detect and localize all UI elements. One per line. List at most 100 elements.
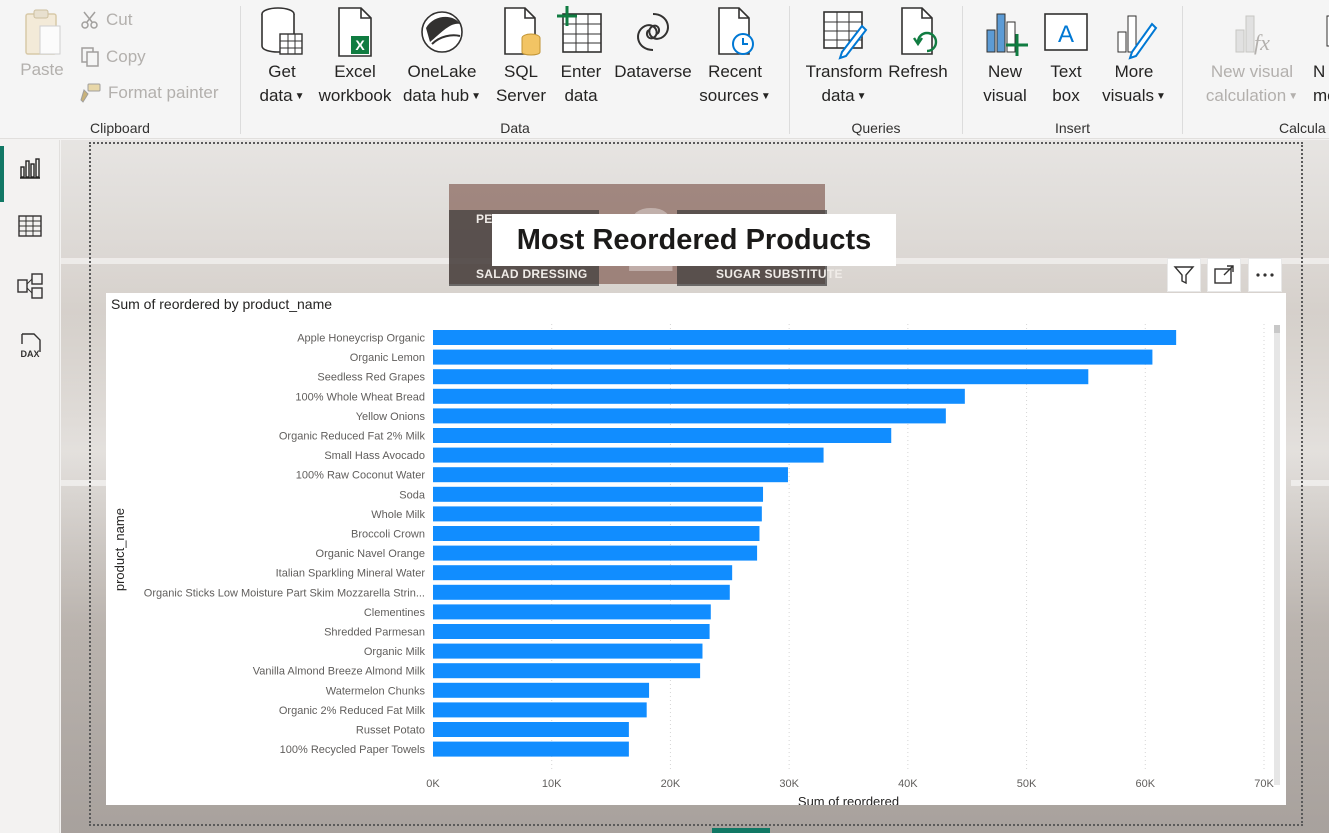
- model-view-button[interactable]: [0, 258, 60, 314]
- x-tick-label: 70K: [1254, 778, 1274, 790]
- report-view-icon: [20, 158, 40, 179]
- category-label: Shredded Parmesan: [324, 627, 425, 639]
- category-label: Italian Sparkling Mineral Water: [276, 568, 426, 580]
- text-box-icon: A: [1044, 13, 1088, 51]
- bar: [433, 447, 824, 463]
- category-label: Broccoli Crown: [351, 529, 425, 541]
- bar: [433, 624, 710, 639]
- page-tab-indicator: [712, 828, 770, 833]
- filter-button[interactable]: [1167, 258, 1201, 292]
- format-painter-button[interactable]: Format painter: [80, 82, 219, 104]
- category-label: 100% Raw Coconut Water: [296, 470, 426, 482]
- report-view-button[interactable]: [0, 140, 60, 202]
- get-data-button[interactable]: Get data ▼: [253, 4, 311, 109]
- svg-text:DAX: DAX: [20, 349, 39, 359]
- more-options-button[interactable]: [1248, 258, 1282, 292]
- cut-button[interactable]: Cut: [80, 10, 132, 30]
- scissors-icon: [81, 11, 98, 29]
- category-label: Organic Sticks Low Moisture Part Skim Mo…: [144, 587, 425, 599]
- chevron-down-icon: ▼: [856, 91, 867, 102]
- bar: [433, 349, 1153, 365]
- x-tick-label: 30K: [779, 778, 799, 790]
- category-label: Watermelon Chunks: [326, 685, 426, 697]
- svg-text:X: X: [355, 37, 365, 53]
- filter-icon: [1173, 266, 1195, 285]
- transform-data-icon: [823, 11, 868, 60]
- new-visual-icon: [986, 13, 1028, 56]
- focus-mode-icon: [1214, 265, 1234, 284]
- chevron-down-icon: ▼: [294, 91, 305, 102]
- bar: [433, 467, 788, 483]
- refresh-button[interactable]: Refresh: [886, 4, 950, 84]
- more-visuals-button[interactable]: More visuals ▼: [1095, 4, 1173, 109]
- x-tick-label: 60K: [1135, 778, 1155, 790]
- svg-text:fx: fx: [1254, 30, 1270, 55]
- x-tick-label: 50K: [1017, 778, 1037, 790]
- report-title-textbox[interactable]: Most Reordered Products: [492, 214, 896, 266]
- dataverse-button[interactable]: Dataverse: [611, 4, 695, 84]
- bar: [433, 682, 650, 698]
- transform-data-button[interactable]: Transform data ▼: [804, 4, 884, 109]
- category-label: Russet Potato: [356, 725, 425, 737]
- text-box-button[interactable]: A Text box: [1039, 4, 1093, 108]
- category-label: Soda: [399, 489, 426, 501]
- focus-mode-button[interactable]: [1207, 258, 1241, 292]
- copy-icon: [81, 47, 99, 67]
- table-view-button[interactable]: [0, 198, 60, 254]
- category-label: Organic Reduced Fat 2% Milk: [279, 431, 426, 443]
- copy-button[interactable]: Copy: [80, 46, 146, 68]
- svg-text:A: A: [1058, 21, 1074, 48]
- category-label: Vanilla Almond Breeze Almond Milk: [253, 666, 426, 678]
- category-label: Small Hass Avocado: [324, 450, 425, 462]
- chevron-down-icon: ▼: [1156, 91, 1166, 102]
- bar: [433, 584, 730, 600]
- onelake-data-hub-button[interactable]: OneLake data hub ▼: [399, 4, 485, 109]
- bar: [433, 741, 629, 757]
- sql-server-icon: [504, 7, 541, 56]
- category-label: Whole Milk: [371, 509, 425, 521]
- dax-query-icon: DAX: [20, 333, 41, 359]
- excel-icon: X: [338, 7, 372, 57]
- chevron-down-icon: ▼: [1288, 91, 1299, 102]
- get-data-icon: [261, 7, 303, 55]
- bar: [433, 604, 711, 620]
- y-axis-title: product_name: [112, 508, 127, 591]
- sql-server-button[interactable]: SQL Server: [491, 4, 551, 108]
- enter-data-button[interactable]: Enter data: [553, 4, 609, 108]
- recent-sources-button[interactable]: Recent sources ▼: [697, 4, 773, 109]
- bar: [433, 643, 703, 659]
- bar-chart-visual[interactable]: Sum of reordered by product_name 0K 10K 20…: [106, 293, 1286, 805]
- excel-workbook-button[interactable]: X Excel workbook: [313, 4, 397, 108]
- bar: [433, 486, 764, 502]
- ribbon: Paste Cut Copy Format painter Clipboard: [0, 0, 1329, 139]
- enter-data-icon: [557, 6, 602, 53]
- new-visual-calculation-button[interactable]: fx New visual calculation ▼: [1197, 4, 1307, 109]
- bar: [433, 428, 892, 443]
- chart-scrollbar[interactable]: [1274, 325, 1280, 785]
- new-measure-button[interactable]: N me: [1313, 4, 1329, 108]
- x-tick-label: 40K: [898, 778, 918, 790]
- category-label: Organic 2% Reduced Fat Milk: [279, 705, 426, 717]
- category-label: Organic Milk: [364, 646, 426, 658]
- bar: [433, 388, 965, 404]
- more-visuals-icon: [1117, 15, 1158, 60]
- onelake-icon: [421, 11, 463, 53]
- category-label: 100% Whole Wheat Bread: [295, 391, 425, 403]
- new-visual-button[interactable]: New visual: [975, 4, 1035, 108]
- clipboard-group: Paste Cut Copy Format painter Clipboard: [0, 0, 240, 139]
- x-tick-label: 20K: [661, 778, 681, 790]
- report-title: Most Reordered Products: [516, 223, 872, 256]
- bar: [433, 506, 762, 522]
- recent-sources-icon: [718, 7, 754, 55]
- more-options-icon: [1256, 273, 1274, 277]
- format-painter-icon: [80, 83, 101, 103]
- report-canvas[interactable]: 2 PE SALAD DRESSING SUGAR SUBSTITUTE Mos…: [61, 140, 1329, 833]
- bar: [433, 330, 1177, 345]
- model-view-icon: [17, 273, 43, 299]
- dax-query-view-button[interactable]: DAX: [0, 318, 60, 374]
- refresh-icon: [901, 7, 938, 55]
- chart-scrollbar-thumb[interactable]: [1274, 325, 1280, 333]
- table-view-icon: [18, 215, 42, 237]
- category-label: Yellow Onions: [356, 411, 426, 423]
- paste-button[interactable]: Paste: [14, 4, 70, 82]
